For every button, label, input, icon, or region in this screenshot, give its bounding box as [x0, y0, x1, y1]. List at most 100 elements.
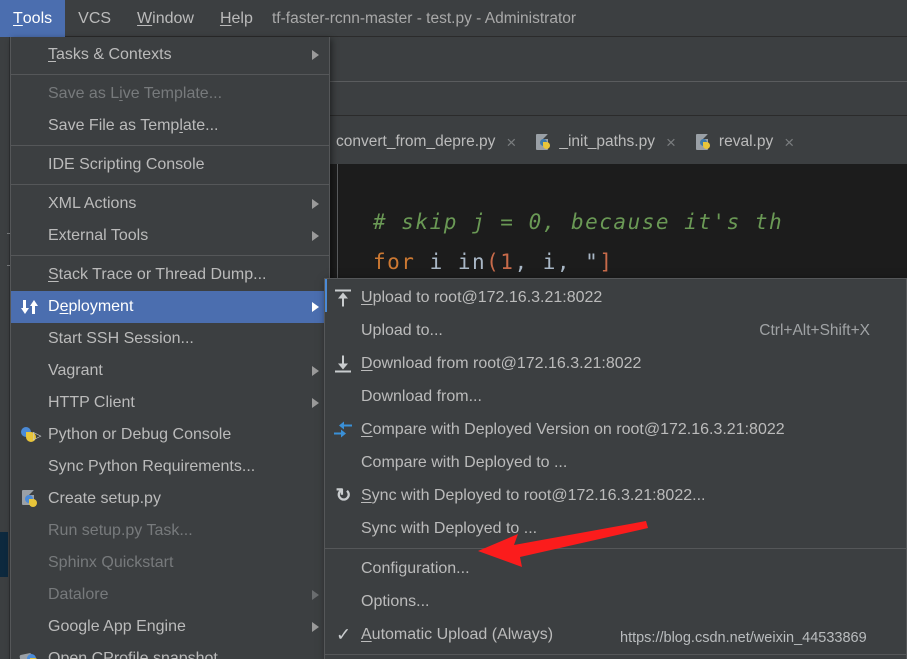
menu-item-create-setup-py[interactable]: Create setup.py	[11, 483, 329, 515]
submenu-item-sync-deployed-host[interactable]: ↻ Sync with Deployed to root@172.16.3.21…	[325, 479, 906, 512]
menubar-mnemonic: H	[219, 9, 232, 27]
menu-item-datalore[interactable]: Datalore	[11, 579, 329, 611]
chevron-right-icon	[312, 590, 319, 600]
window-title: tf-faster-rcnn-master - test.py - Admini…	[272, 9, 577, 27]
menu-item-external-tools[interactable]: External Tools	[11, 220, 329, 252]
menu-item-ide-scripting-console[interactable]: IDE Scripting Console	[11, 149, 329, 181]
menu-item-tasks-contexts[interactable]: Tasks & Contexts	[11, 39, 329, 71]
menu-item-label: Create setup.py	[48, 490, 161, 507]
submenu-item-label: Download from root@172.16.3.21:8022	[361, 354, 642, 372]
menubar-item-label: ools	[22, 9, 53, 27]
menu-item-google-app-engine[interactable]: Google App Engine	[11, 611, 329, 643]
submenu-item-label: Upload to...	[361, 321, 443, 339]
menu-item-xml-actions[interactable]: XML Actions	[11, 188, 329, 220]
python-console-icon: ▷	[20, 425, 41, 445]
submenu-item-configuration[interactable]: Configuration...	[325, 552, 906, 585]
left-tool-strip	[0, 37, 10, 659]
menu-item-save-live-template[interactable]: Save as Live Template...	[11, 78, 329, 110]
tab-label: _init_paths.py	[559, 133, 655, 150]
submenu-item-label: Sync with Deployed to root@172.16.3.21:8…	[361, 486, 706, 504]
submenu-separator	[325, 654, 906, 655]
submenu-item-download-from[interactable]: Download from...	[325, 380, 906, 413]
menu-item-open-cprofile-snapshot[interactable]: Open CProfile snapshot	[11, 643, 329, 659]
submenu-item-upload-to-host[interactable]: Upload to root@172.16.3.21:8022	[325, 281, 906, 314]
code-line-for: for i in(1, i, "]	[373, 250, 613, 274]
submenu-separator	[325, 548, 906, 549]
tab-label: convert_from_depre.py	[336, 133, 496, 150]
menu-item-label: IDE Scripting Console	[48, 156, 205, 173]
cprofile-icon	[19, 649, 40, 659]
sync-icon: ↻	[335, 485, 352, 506]
menu-item-label: Sync Python Requirements...	[48, 458, 256, 475]
submenu-item-upload-to[interactable]: Upload to... Ctrl+Alt+Shift+X	[325, 314, 906, 347]
editor-tab-convert-from-depre[interactable]: convert_from_depre.py ×	[326, 120, 526, 164]
menu-item-start-ssh-session[interactable]: Start SSH Session...	[11, 323, 329, 355]
left-strip-selection	[0, 532, 8, 577]
menu-item-label: Sphinx Quickstart	[48, 554, 174, 571]
menu-item-vagrant[interactable]: Vagrant	[11, 355, 329, 387]
chevron-right-icon	[312, 199, 319, 209]
chevron-right-icon	[312, 398, 319, 408]
tab-label: reval.py	[718, 133, 774, 150]
chevron-right-icon	[312, 366, 319, 376]
menu-item-sphinx-quickstart[interactable]: Sphinx Quickstart	[11, 547, 329, 579]
menu-item-label: Datalore	[48, 586, 109, 603]
close-icon[interactable]: ×	[666, 134, 676, 151]
menu-item-label: Google App Engine	[48, 618, 186, 635]
menu-item-stack-trace[interactable]: Stack Trace or Thread Dump...	[11, 259, 329, 291]
submenu-item-sync-deployed-to[interactable]: Sync with Deployed to ...	[325, 512, 906, 545]
menu-item-label: External Tools	[48, 227, 149, 244]
submenu-item-label: Compare with Deployed to ...	[361, 453, 568, 471]
menu-item-label: Stack Trace or Thread Dump...	[48, 266, 267, 283]
chevron-right-icon	[312, 231, 319, 241]
menu-separator	[11, 145, 329, 146]
menubar-item-label: elp	[231, 9, 253, 27]
code-number: (1	[486, 250, 515, 274]
python-file-icon	[536, 133, 552, 151]
submenu-item-shortcut: Ctrl+Alt+Shift+X	[759, 321, 870, 339]
editor-toolbar	[326, 38, 907, 82]
menu-item-label: Tasks & Contexts	[48, 46, 172, 63]
menu-item-deployment[interactable]: Deployment	[11, 291, 329, 323]
upload-icon	[333, 287, 354, 308]
menubar-item-help[interactable]: Help	[207, 0, 266, 37]
close-icon[interactable]: ×	[784, 134, 794, 151]
editor-tab-reval[interactable]: reval.py ×	[686, 120, 804, 164]
menu-separator	[11, 255, 329, 256]
submenu-item-options[interactable]: Options...	[325, 585, 906, 618]
deployment-submenu: Upload to root@172.16.3.21:8022 Upload t…	[324, 278, 907, 659]
menu-item-http-client[interactable]: HTTP Client	[11, 387, 329, 419]
editor-tab-init-paths[interactable]: _init_paths.py ×	[526, 120, 686, 164]
close-icon[interactable]: ×	[506, 134, 516, 151]
menubar-item-tools[interactable]: Tools	[0, 0, 66, 37]
menubar-item-window[interactable]: Window	[124, 0, 207, 37]
menubar-item-vcs[interactable]: VCS	[65, 0, 124, 37]
submenu-item-download-from-host[interactable]: Download from root@172.16.3.21:8022	[325, 347, 906, 380]
code-line-comment: # skip j = 0, because it's th	[373, 210, 784, 234]
menu-item-label: Deployment	[48, 298, 134, 315]
menu-item-python-debug-console[interactable]: ▷ Python or Debug Console	[11, 419, 329, 451]
submenu-item-label: Download from...	[361, 387, 482, 405]
submenu-item-compare-deployed-host[interactable]: Compare with Deployed Version on root@17…	[325, 413, 906, 446]
menu-item-save-file-template[interactable]: Save File as Template...	[11, 110, 329, 142]
submenu-item-label: Sync with Deployed to ...	[361, 519, 538, 537]
menu-separator	[11, 184, 329, 185]
code-bracket: ]	[599, 250, 614, 274]
menubar-mnemonic: W	[137, 9, 153, 27]
menu-item-sync-python-requirements[interactable]: Sync Python Requirements...	[11, 451, 329, 483]
code-operator: , i, "	[514, 250, 600, 274]
menubar-item-label: indow	[152, 9, 194, 27]
check-icon: ✓	[335, 624, 352, 644]
chevron-right-icon	[312, 50, 319, 60]
menu-item-label: Run setup.py Task...	[48, 522, 193, 539]
title-bar: Tools VCS Window Help tf-faster-rcnn-mas…	[0, 0, 907, 37]
menu-item-label: Open CProfile snapshot	[48, 650, 218, 659]
submenu-item-compare-deployed-to[interactable]: Compare with Deployed to ...	[325, 446, 906, 479]
menu-item-label: Save File as Template...	[48, 117, 219, 134]
code-variable: i in	[415, 250, 487, 274]
menubar-mnemonic: T	[13, 9, 23, 27]
chevron-right-icon	[312, 302, 319, 312]
menu-item-label: Python or Debug Console	[48, 426, 232, 443]
menu-item-run-setup-py-task[interactable]: Run setup.py Task...	[11, 515, 329, 547]
submenu-item-label: Configuration...	[361, 559, 470, 577]
